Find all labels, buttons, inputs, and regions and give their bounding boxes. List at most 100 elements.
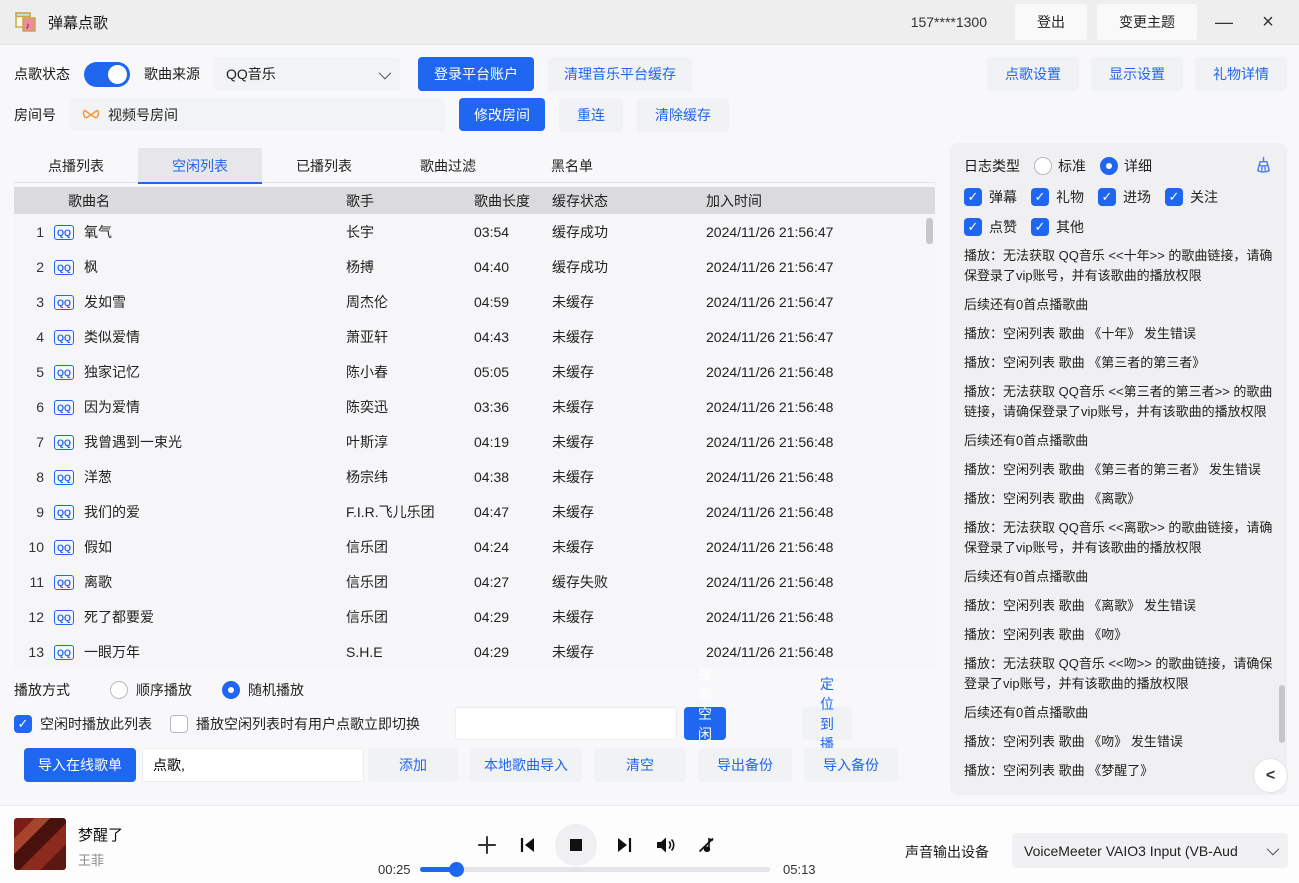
add-song-icon[interactable]	[466, 824, 508, 866]
qq-music-icon: QQ	[54, 540, 74, 555]
collapse-log-button[interactable]: <	[1253, 758, 1288, 793]
volume-icon[interactable]	[645, 824, 687, 866]
table-row[interactable]: 6 QQ 因为爱情 陈奕迅 03:36 未缓存 2024/11/26 21:56…	[14, 389, 935, 424]
idle-play-checkbox[interactable]: ✓	[14, 715, 32, 733]
log-filter-checkbox[interactable]: ✓	[1031, 188, 1049, 206]
song-name: 类似爱情	[84, 327, 346, 347]
table-row[interactable]: 10 QQ 假如 信乐团 04:24 未缓存 2024/11/26 21:56:…	[14, 529, 935, 564]
audio-output-select[interactable]: VoiceMeeter VAIO3 Input (VB-Aud	[1012, 833, 1288, 868]
log-filter-label: 进场	[1123, 187, 1151, 207]
locate-playing-button[interactable]: 定位到播放	[802, 707, 852, 740]
singer: 周杰伦	[346, 292, 474, 312]
singer: 萧亚轩	[346, 327, 474, 347]
duration: 04:43	[474, 329, 552, 345]
import-online-playlist-button[interactable]: 导入在线歌单	[24, 748, 136, 782]
cache-status: 未缓存	[552, 397, 706, 417]
clear-cache-button[interactable]: 清除缓存	[637, 98, 729, 132]
play-mode-radio[interactable]	[110, 681, 128, 699]
source-select[interactable]: QQ音乐	[214, 57, 400, 91]
progress-slider[interactable]	[420, 867, 770, 872]
tab[interactable]: 歌曲过滤	[386, 148, 510, 183]
search-idle-button[interactable]: 搜索空闲列表	[684, 707, 726, 740]
change-theme-button[interactable]: 变更主题	[1097, 4, 1197, 40]
app-logo-icon: ♪	[14, 10, 38, 34]
tab[interactable]: 空闲列表	[138, 148, 262, 183]
singer: 信乐团	[346, 572, 474, 592]
login-platform-button[interactable]: 登录平台账户	[418, 57, 534, 91]
add-button[interactable]: 添加	[368, 748, 458, 782]
total-time: 05:13	[783, 862, 816, 877]
minimize-icon[interactable]: —	[1207, 5, 1241, 39]
duration: 03:36	[474, 399, 552, 415]
source-value: QQ音乐	[226, 64, 276, 84]
tab[interactable]: 黑名单	[510, 148, 634, 183]
table-row[interactable]: 7 QQ 我曾遇到一束光 叶斯淳 04:19 未缓存 2024/11/26 21…	[14, 424, 935, 459]
row-number: 3	[14, 294, 54, 310]
tab[interactable]: 已播列表	[262, 148, 386, 183]
log-filter-checkbox[interactable]: ✓	[964, 218, 982, 236]
table-row[interactable]: 12 QQ 死了都要爱 信乐团 04:29 未缓存 2024/11/26 21:…	[14, 599, 935, 634]
song-name: 假如	[84, 537, 346, 557]
log-filter-checkbox[interactable]: ✓	[964, 188, 982, 206]
clean-platform-cache-button[interactable]: 清理音乐平台缓存	[548, 57, 692, 91]
clear-list-button[interactable]: 清空	[594, 748, 686, 782]
song-settings-button[interactable]: 点歌设置	[987, 57, 1079, 91]
previous-track-icon[interactable]	[506, 824, 548, 866]
log-entry: 播放：空闲列表 歌曲 《吻》	[964, 625, 1273, 645]
export-backup-button[interactable]: 导出备份	[698, 748, 792, 782]
row-number: 5	[14, 364, 54, 380]
log-entries: 播放：无法获取 QQ音乐 <<十年>> 的歌曲链接，请确保登录了vip账号，并有…	[964, 246, 1273, 781]
chevron-left-icon: <	[1266, 767, 1275, 785]
log-entry: 播放：空闲列表 歌曲 《十年》 发生错误	[964, 324, 1273, 344]
log-filter-checkbox[interactable]: ✓	[1165, 188, 1183, 206]
log-type-radio[interactable]	[1100, 157, 1118, 175]
log-filter-checkbox[interactable]: ✓	[1031, 218, 1049, 236]
tab[interactable]: 点播列表	[14, 148, 138, 183]
audio-output-value: VoiceMeeter VAIO3 Input (VB-Aud	[1024, 843, 1238, 859]
music-off-icon[interactable]	[685, 824, 727, 866]
table-row[interactable]: 9 QQ 我们的爱 F.I.R.飞儿乐团 04:47 未缓存 2024/11/2…	[14, 494, 935, 529]
log-type-label: 日志类型	[964, 156, 1020, 176]
clear-log-icon[interactable]	[1254, 155, 1273, 177]
table-scrollbar[interactable]	[926, 218, 933, 244]
table-row[interactable]: 4 QQ 类似爱情 萧亚轩 04:43 未缓存 2024/11/26 21:56…	[14, 319, 935, 354]
local-import-button[interactable]: 本地歌曲导入	[470, 748, 582, 782]
chevron-down-icon	[1267, 843, 1280, 856]
progress-thumb[interactable]	[449, 862, 464, 877]
status-toggle[interactable]	[84, 62, 130, 87]
log-type-radio[interactable]	[1034, 157, 1052, 175]
logout-button[interactable]: 登出	[1015, 4, 1087, 40]
cache-status: 未缓存	[552, 292, 706, 312]
row-number: 8	[14, 469, 54, 485]
play-mode-radio[interactable]	[222, 681, 240, 699]
gift-details-button[interactable]: 礼物详情	[1195, 57, 1287, 91]
singer: 杨搏	[346, 257, 474, 277]
request-prefix-input[interactable]	[142, 748, 364, 782]
table-row[interactable]: 3 QQ 发如雪 周杰伦 04:59 未缓存 2024/11/26 21:56:…	[14, 284, 935, 319]
wechat-channels-icon	[82, 106, 100, 124]
table-row[interactable]: 2 QQ 枫 杨搏 04:40 缓存成功 2024/11/26 21:56:47	[14, 249, 935, 284]
room-input[interactable]: 视频号房间	[70, 98, 445, 131]
search-idle-input[interactable]	[455, 707, 677, 740]
import-backup-button[interactable]: 导入备份	[804, 748, 898, 782]
cache-status: 未缓存	[552, 432, 706, 452]
duration: 04:47	[474, 504, 552, 520]
import-row: 导入在线歌单 添加 本地歌曲导入 清空 导出备份 导入备份	[24, 748, 364, 782]
table-row[interactable]: 5 QQ 独家记忆 陈小春 05:05 未缓存 2024/11/26 21:56…	[14, 354, 935, 389]
row-number: 12	[14, 609, 54, 625]
table-row[interactable]: 1 QQ 氧气 长宇 03:54 缓存成功 2024/11/26 21:56:4…	[14, 214, 935, 249]
modify-room-button[interactable]: 修改房间	[459, 98, 545, 131]
log-scrollbar[interactable]	[1279, 685, 1285, 743]
table-row[interactable]: 8 QQ 洋葱 杨宗纬 04:38 未缓存 2024/11/26 21:56:4…	[14, 459, 935, 494]
stop-icon[interactable]	[555, 824, 597, 866]
table-row[interactable]: 13 QQ 一眼万年 S.H.E 04:29 未缓存 2024/11/26 21…	[14, 634, 935, 669]
room-row: 房间号 视频号房间 修改房间 重连 清除缓存	[14, 98, 729, 131]
table-row[interactable]: 11 QQ 离歌 信乐团 04:27 缓存失败 2024/11/26 21:56…	[14, 564, 935, 599]
log-filter-checkbox[interactable]: ✓	[1098, 188, 1116, 206]
close-icon[interactable]: ×	[1251, 5, 1285, 39]
song-name: 独家记忆	[84, 362, 346, 382]
reconnect-button[interactable]: 重连	[559, 98, 623, 132]
display-settings-button[interactable]: 显示设置	[1091, 57, 1183, 91]
next-track-icon[interactable]	[604, 824, 646, 866]
switch-on-request-checkbox[interactable]: ✓	[170, 715, 188, 733]
